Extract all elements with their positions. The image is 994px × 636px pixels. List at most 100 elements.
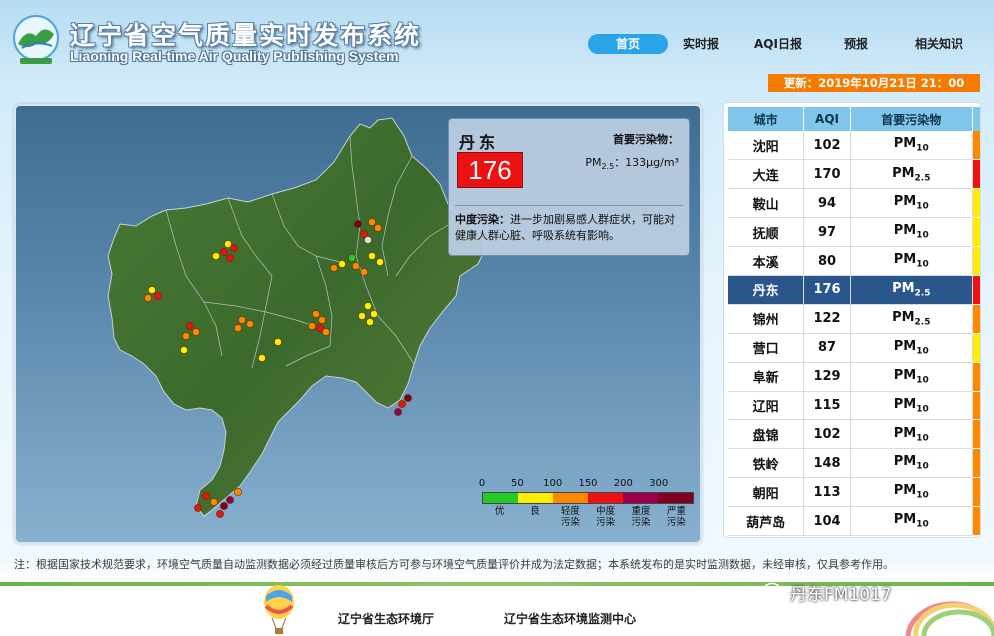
map-panel[interactable]: 丹东 176 首要污染物： PM2.5：133μg/m³ 中度污染：进一步加剧易… [14, 104, 702, 544]
station-marker[interactable] [216, 510, 224, 518]
row-city: 营口 [728, 333, 805, 363]
station-marker[interactable] [394, 408, 402, 416]
station-marker[interactable] [368, 218, 376, 226]
row-level-color [972, 333, 980, 363]
station-marker[interactable] [370, 310, 378, 318]
table-header-row: 城市 AQI 首要污染物 [728, 107, 980, 131]
station-marker[interactable] [148, 286, 156, 294]
nav-forecast[interactable]: 预报 [822, 34, 890, 54]
legend-segment [623, 493, 658, 503]
station-marker[interactable] [376, 258, 384, 266]
station-marker[interactable] [274, 338, 282, 346]
nav-knowledge[interactable]: 相关知识 [894, 34, 984, 54]
legend-tick: 150 [578, 478, 598, 489]
row-pollutant: PM2.5 [850, 304, 973, 334]
station-marker[interactable] [192, 328, 200, 336]
legend-segment [553, 493, 588, 503]
station-marker[interactable] [182, 332, 190, 340]
row-city: 鞍山 [728, 188, 805, 219]
table-row[interactable]: 盘锦 102 PM10 [728, 419, 980, 450]
station-marker[interactable] [194, 504, 202, 512]
table-row[interactable]: 阜新 129 PM10 [728, 362, 980, 392]
station-marker[interactable] [364, 236, 372, 244]
station-marker[interactable] [366, 318, 374, 326]
station-marker[interactable] [212, 252, 220, 260]
city-info-popup: 丹东 176 首要污染物： PM2.5：133μg/m³ 中度污染：进一步加剧易… [448, 118, 690, 256]
station-marker[interactable] [318, 316, 326, 324]
update-time: 2019年10月21日 21：00 [818, 76, 965, 90]
table-row[interactable]: 铁岭 148 PM10 [728, 448, 980, 479]
row-city: 葫芦岛 [728, 506, 805, 536]
info-aqi-value: 176 [457, 152, 523, 188]
station-marker[interactable] [238, 316, 246, 324]
table-row[interactable]: 营口 87 PM10 [728, 333, 980, 363]
table-row[interactable]: 葫芦岛 104 PM10 [728, 506, 980, 536]
station-marker[interactable] [352, 262, 360, 270]
table-row[interactable]: 丹东 176 PM2.5 [728, 275, 980, 305]
legend-label: 优 [494, 506, 505, 517]
station-marker[interactable] [404, 394, 412, 402]
row-level-color [972, 391, 980, 421]
row-city: 丹东 [728, 275, 805, 305]
row-aqi: 97 [803, 217, 851, 248]
nav-aqi-daily[interactable]: AQI日报 [736, 34, 820, 54]
main-nav: 首页 实时报 AQI日报 预报 相关知识 [588, 34, 984, 54]
nav-home[interactable]: 首页 [588, 34, 668, 54]
station-marker[interactable] [322, 328, 330, 336]
table-row[interactable]: 大连 170 PM2.5 [728, 159, 980, 190]
station-marker[interactable] [354, 220, 362, 228]
station-marker[interactable] [226, 254, 234, 262]
station-marker[interactable] [398, 400, 406, 408]
station-marker[interactable] [258, 354, 266, 362]
station-marker[interactable] [374, 224, 382, 232]
row-pollutant: PM10 [850, 188, 973, 219]
table-row[interactable]: 沈阳 102 PM10 [728, 131, 980, 161]
station-marker[interactable] [234, 324, 242, 332]
row-pollutant: PM10 [850, 477, 973, 508]
station-marker[interactable] [330, 264, 338, 272]
footer-link-eco-dept[interactable]: 辽宁省生态环境厅 [338, 610, 434, 627]
table-row[interactable]: 抚顺 97 PM10 [728, 217, 980, 248]
station-marker[interactable] [220, 248, 228, 256]
row-city: 本溪 [728, 246, 805, 276]
table-row[interactable]: 本溪 80 PM10 [728, 246, 980, 276]
station-marker[interactable] [202, 492, 210, 500]
row-aqi: 102 [803, 419, 851, 450]
station-marker[interactable] [144, 294, 152, 302]
station-marker[interactable] [226, 496, 234, 504]
station-marker[interactable] [364, 302, 372, 310]
station-marker[interactable] [246, 320, 254, 328]
table-row[interactable]: 鞍山 94 PM10 [728, 188, 980, 219]
row-aqi: 80 [803, 246, 851, 276]
table-row[interactable]: 锦州 122 PM2.5 [728, 304, 980, 334]
legend-label: 严重 污染 [666, 506, 686, 528]
station-marker[interactable] [338, 260, 346, 268]
station-marker[interactable] [358, 312, 366, 320]
station-marker[interactable] [312, 310, 320, 318]
footer-link-monitor-center[interactable]: 辽宁省生态环境监测中心 [504, 610, 636, 627]
row-pollutant: PM10 [850, 131, 973, 161]
table-row[interactable]: 辽阳 115 PM10 [728, 391, 980, 421]
row-level-color [972, 131, 980, 161]
table-row[interactable]: 朝阳 113 PM10 [728, 477, 980, 508]
station-marker[interactable] [308, 322, 316, 330]
row-level-color [972, 362, 980, 392]
station-marker[interactable] [360, 268, 368, 276]
station-marker[interactable] [154, 292, 162, 300]
row-aqi: 87 [803, 333, 851, 363]
station-marker[interactable] [220, 502, 228, 510]
station-marker[interactable] [186, 322, 194, 330]
info-city-name: 丹东 [459, 133, 500, 152]
legend-label: 中度 污染 [596, 506, 616, 528]
row-pollutant: PM10 [850, 448, 973, 479]
row-city: 锦州 [728, 304, 805, 334]
station-marker[interactable] [234, 488, 242, 496]
nav-realtime[interactable]: 实时报 [670, 34, 732, 54]
station-marker[interactable] [368, 252, 376, 260]
station-marker[interactable] [348, 254, 356, 262]
station-marker[interactable] [210, 498, 218, 506]
row-aqi: 102 [803, 131, 851, 161]
station-marker[interactable] [230, 244, 238, 252]
station-marker[interactable] [180, 346, 188, 354]
hot-air-balloon-icon [264, 585, 294, 634]
